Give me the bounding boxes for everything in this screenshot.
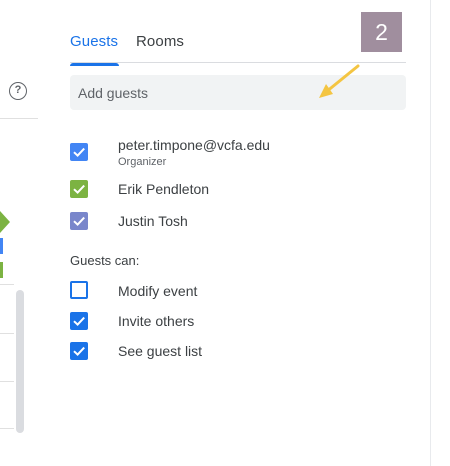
- event-guests-panel: ? Guests Rooms 2 peter.timpone@vcfa.ed: [0, 0, 450, 466]
- guest-checkbox[interactable]: [70, 143, 88, 161]
- guest-role: Organizer: [118, 156, 167, 168]
- panel-divider: [430, 0, 431, 466]
- guest-checkbox[interactable]: [70, 180, 88, 198]
- guest-name: Erik Pendleton: [118, 181, 210, 197]
- color-marker: [0, 238, 3, 254]
- divider: [0, 284, 14, 285]
- tab-label: Rooms: [136, 33, 185, 50]
- divider: [0, 381, 14, 382]
- guest-checkbox[interactable]: [70, 212, 88, 230]
- divider: [0, 428, 14, 429]
- guest-name: peter.timpone@vcfa.edu: [118, 137, 270, 153]
- permissions-title: Guests can:: [70, 253, 140, 268]
- chevron-right-icon: [0, 211, 10, 233]
- permission-label: Invite others: [118, 313, 195, 329]
- active-tab-indicator: [70, 63, 119, 66]
- permission-label: See guest list: [118, 343, 203, 359]
- step-badge: 2: [361, 12, 402, 52]
- guest-name: Justin Tosh: [118, 213, 188, 229]
- adjacent-panel-fragment: ?: [0, 0, 40, 466]
- divider: [0, 333, 14, 334]
- tab-label: Guests: [70, 33, 119, 50]
- tab-bar: Guests Rooms: [70, 0, 406, 66]
- help-icon[interactable]: ?: [9, 82, 27, 100]
- tab-rooms[interactable]: Rooms: [136, 33, 184, 50]
- tab-guests[interactable]: Guests: [70, 33, 119, 66]
- scrollbar[interactable]: [16, 290, 24, 433]
- modify-event-checkbox[interactable]: [70, 281, 88, 299]
- annotation-arrow-icon: [319, 64, 360, 98]
- invite-others-checkbox[interactable]: [70, 312, 88, 330]
- divider: [0, 118, 38, 119]
- see-guest-list-checkbox[interactable]: [70, 342, 88, 360]
- permission-label: Modify event: [118, 283, 198, 299]
- color-marker: [0, 262, 3, 278]
